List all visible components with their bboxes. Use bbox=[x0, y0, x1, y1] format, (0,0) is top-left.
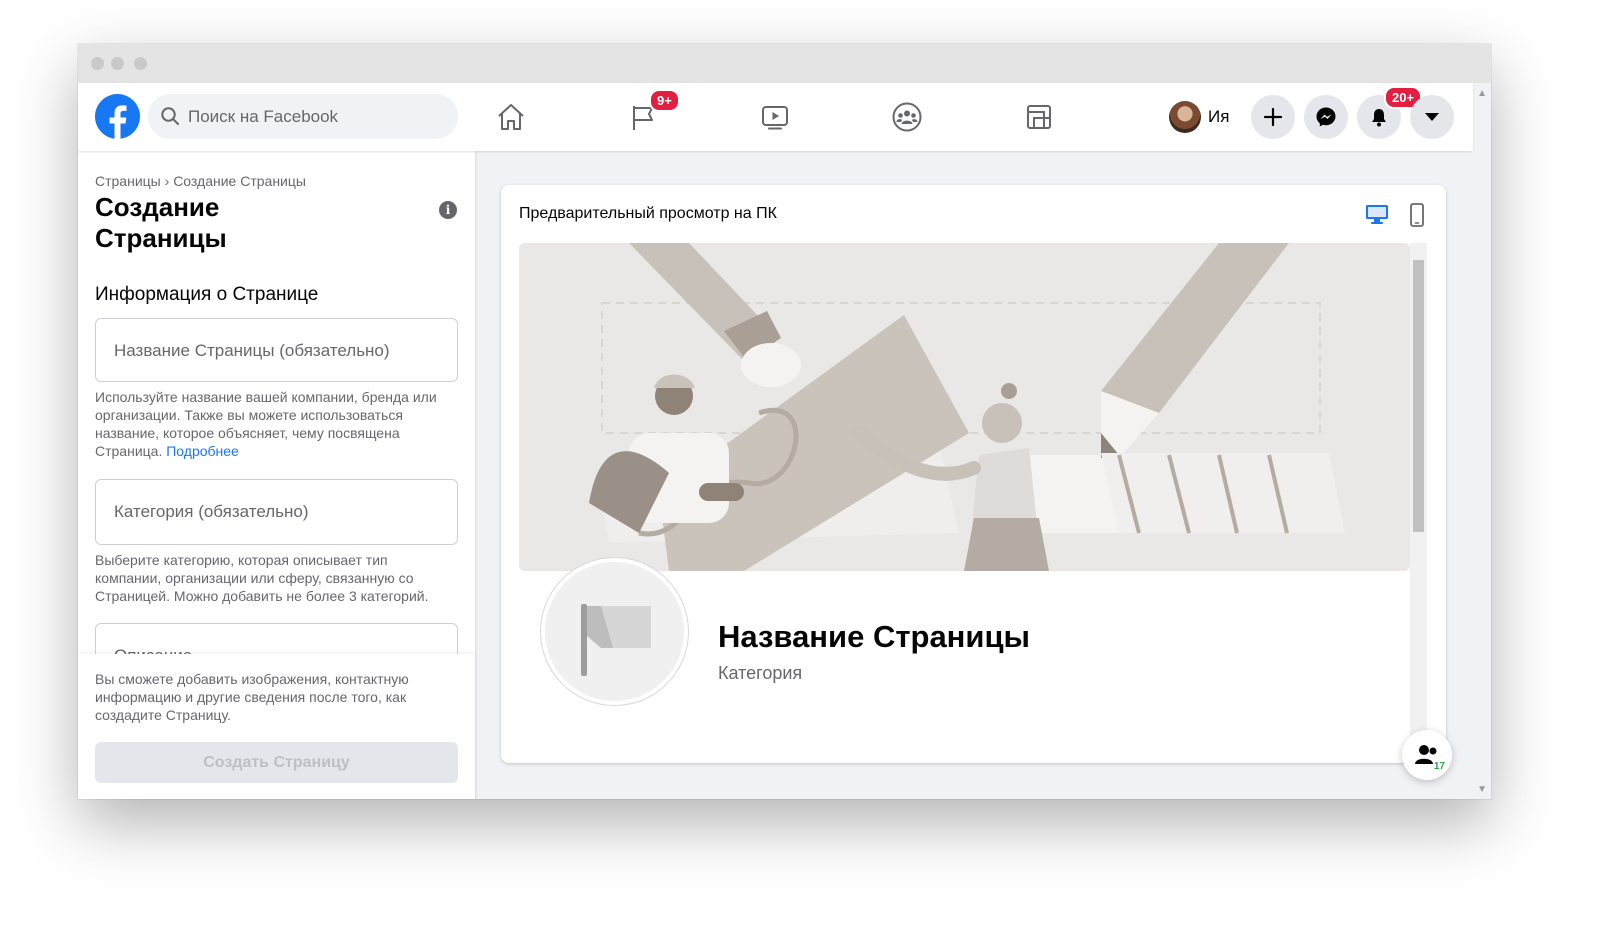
groups-icon bbox=[892, 102, 922, 132]
mobile-preview-toggle[interactable] bbox=[1409, 203, 1425, 232]
profile-picture-placeholder bbox=[541, 558, 688, 705]
desktop-preview-toggle[interactable] bbox=[1364, 203, 1390, 230]
top-navbar: Поиск на Facebook 9+ Ия 20+ bbox=[78, 83, 1473, 151]
account-menu-button[interactable] bbox=[1410, 95, 1454, 139]
page-name-help-text: Используйте название вашей компании, бре… bbox=[95, 389, 437, 459]
nav-pages[interactable]: 9+ bbox=[621, 89, 680, 139]
bottom-note: Вы сможете добавить изображения, контакт… bbox=[95, 671, 409, 723]
section-title: Информация о Странице bbox=[95, 284, 319, 305]
close-window-dot[interactable] bbox=[91, 57, 104, 70]
profile-name: Ия bbox=[1208, 107, 1230, 126]
search-box[interactable]: Поиск на Facebook bbox=[148, 94, 458, 139]
sidebar-footer: Вы сможете добавить изображения, контакт… bbox=[78, 654, 475, 799]
caret-down-icon bbox=[1425, 113, 1439, 121]
desktop-preview-card: Предварительный просмотр на ПК Название … bbox=[501, 185, 1446, 763]
messenger-icon bbox=[1316, 107, 1336, 127]
mobile-phone-icon bbox=[1410, 203, 1424, 227]
preview-scrollbar-thumb[interactable] bbox=[1413, 260, 1424, 532]
window-scroll-down-arrow[interactable]: ▼ bbox=[1477, 784, 1487, 795]
minimize-window-dot[interactable] bbox=[111, 57, 124, 70]
search-input[interactable]: Поиск на Facebook bbox=[188, 107, 338, 127]
category-placeholder: Категория (обязательно) bbox=[114, 502, 309, 521]
nav-home[interactable] bbox=[489, 95, 533, 139]
desktop-icon bbox=[1366, 205, 1388, 224]
notifications-button[interactable]: 20+ bbox=[1357, 86, 1423, 139]
create-page-button[interactable]: Создать Страницу bbox=[95, 742, 458, 783]
gaming-icon bbox=[1027, 105, 1051, 129]
page-name-field[interactable]: Название Страницы (обязательно) bbox=[95, 318, 458, 382]
breadcrumb-current: Создание Страницы bbox=[173, 173, 306, 189]
learn-more-link[interactable]: Подробнее bbox=[166, 443, 239, 459]
window-scroll-up-arrow[interactable]: ▲ bbox=[1477, 88, 1487, 99]
home-icon bbox=[498, 104, 524, 130]
profile-button[interactable]: Ия bbox=[1169, 100, 1229, 134]
category-field[interactable]: Категория (обязательно) bbox=[95, 479, 458, 545]
preview-scrollbar[interactable] bbox=[1410, 243, 1427, 763]
facebook-f-icon bbox=[109, 105, 127, 139]
breadcrumb: Страницы › Создание Страницы bbox=[95, 173, 306, 189]
nav-watch[interactable] bbox=[753, 95, 797, 139]
cover-photo-placeholder bbox=[519, 243, 1410, 571]
nav-gaming[interactable] bbox=[1017, 95, 1061, 139]
preview-page-category: Категория bbox=[718, 663, 803, 683]
category-help: Выберите категорию, которая описывает ти… bbox=[95, 552, 429, 604]
preview-title: Предварительный просмотр на ПК bbox=[519, 205, 777, 222]
preview-page-name: Название Страницы bbox=[718, 619, 1030, 654]
zoom-window-dot[interactable] bbox=[134, 57, 147, 70]
facebook-logo[interactable] bbox=[95, 94, 140, 139]
window-titlebar bbox=[78, 44, 1491, 83]
breadcrumb-pages-link[interactable]: Страницы bbox=[95, 173, 161, 189]
preview-page-header: Название Страницы Категория bbox=[519, 558, 1410, 763]
bell-icon bbox=[1372, 109, 1386, 127]
page-title: Создание Страницы bbox=[95, 192, 227, 253]
plus-icon bbox=[1263, 107, 1283, 127]
browser-window: Поиск на Facebook 9+ Ия 20+ ▲ ▼ Страницы… bbox=[78, 44, 1491, 799]
avatar bbox=[1169, 101, 1201, 133]
cover-illustration bbox=[519, 243, 1410, 571]
info-icon[interactable]: i bbox=[439, 201, 457, 219]
create-button[interactable] bbox=[1251, 95, 1295, 139]
page-name-help: Используйте название вашей компании, бре… bbox=[95, 388, 457, 460]
nav-groups[interactable] bbox=[885, 95, 929, 139]
breadcrumb-separator: › bbox=[164, 173, 170, 189]
messenger-button[interactable] bbox=[1304, 95, 1348, 139]
video-icon bbox=[762, 106, 788, 130]
pages-badge: 9+ bbox=[649, 89, 680, 112]
flag-placeholder-icon bbox=[581, 604, 651, 676]
create-page-sidebar: Страницы › Создание Страницы Создание Ст… bbox=[78, 151, 475, 799]
search-icon bbox=[161, 107, 179, 125]
contacts-count: 17 bbox=[1433, 761, 1445, 772]
contacts-button[interactable]: 17 bbox=[1402, 730, 1452, 780]
page-name-placeholder: Название Страницы (обязательно) bbox=[114, 341, 390, 360]
